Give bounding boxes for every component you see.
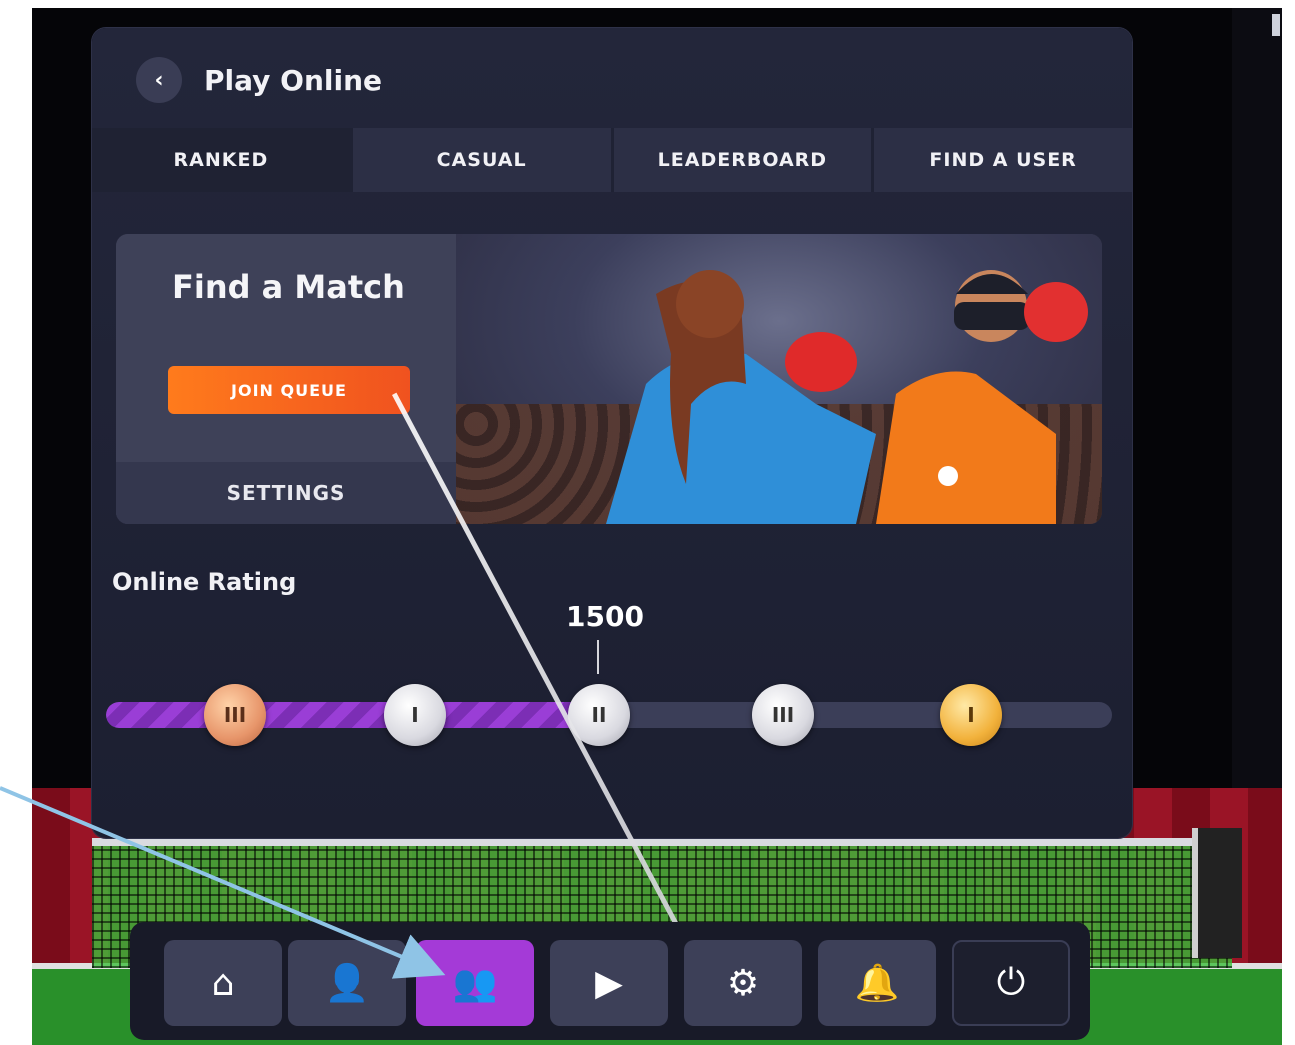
- tab-find-a-user[interactable]: FIND A USER: [871, 128, 1132, 192]
- chevron-left-icon: ‹: [154, 67, 164, 93]
- gear-icon: ⚙: [726, 962, 760, 1004]
- home-button[interactable]: ⌂: [164, 940, 282, 1026]
- background-light: [1272, 14, 1280, 36]
- rank-medal-silver-3: III: [752, 684, 814, 746]
- join-queue-button[interactable]: JOIN QUEUE: [168, 366, 410, 414]
- back-button[interactable]: ‹: [136, 57, 182, 103]
- rank-medal-gold-1: I: [940, 684, 1002, 746]
- power-button[interactable]: ⏻: [952, 940, 1070, 1026]
- notifications-button[interactable]: 🔔: [818, 940, 936, 1026]
- find-match-title: Find a Match: [172, 268, 405, 306]
- match-settings-button[interactable]: SETTINGS: [116, 462, 456, 524]
- settings-button[interactable]: ⚙: [684, 940, 802, 1026]
- rating-marker: [597, 640, 599, 674]
- tab-bar: RANKED CASUAL LEADERBOARD FIND A USER: [92, 128, 1132, 192]
- home-icon: ⌂: [211, 962, 235, 1004]
- rank-medal-bronze-3: III: [204, 684, 266, 746]
- replay-book-icon: ▶: [595, 962, 623, 1004]
- play-online-button[interactable]: 👥: [416, 940, 534, 1026]
- rating-value: 1500: [566, 600, 644, 633]
- profile-icon: 👤: [324, 963, 370, 1004]
- panel-header: ‹ Play Online: [136, 57, 383, 103]
- rank-medal-silver-1: I: [384, 684, 446, 746]
- tab-leaderboard[interactable]: LEADERBOARD: [610, 128, 872, 192]
- play-online-icon: 👥: [452, 963, 498, 1004]
- find-match-card: Find a Match JOIN QUEUE SETTINGS: [116, 234, 1102, 524]
- bell-icon: 🔔: [854, 963, 900, 1004]
- tab-casual[interactable]: CASUAL: [349, 128, 611, 192]
- online-rating-label: Online Rating: [112, 568, 297, 596]
- match-illustration: [456, 234, 1102, 524]
- find-match-controls: Find a Match JOIN QUEUE SETTINGS: [116, 234, 456, 524]
- bottom-dock: ⌂ 👤 👥 ▶ ⚙ 🔔 ⏻: [130, 922, 1090, 1040]
- page-title: Play Online: [204, 63, 383, 97]
- profile-button[interactable]: 👤: [288, 940, 406, 1026]
- players-illustration: [606, 270, 1088, 524]
- replays-button[interactable]: ▶: [550, 940, 668, 1026]
- tab-ranked[interactable]: RANKED: [92, 128, 350, 192]
- rating-progress-fill: [106, 702, 599, 728]
- power-icon: ⏻: [996, 962, 1026, 1003]
- net-post: [1192, 828, 1242, 958]
- play-online-panel: ‹ Play Online RANKED CASUAL LEADERBOARD …: [92, 28, 1132, 838]
